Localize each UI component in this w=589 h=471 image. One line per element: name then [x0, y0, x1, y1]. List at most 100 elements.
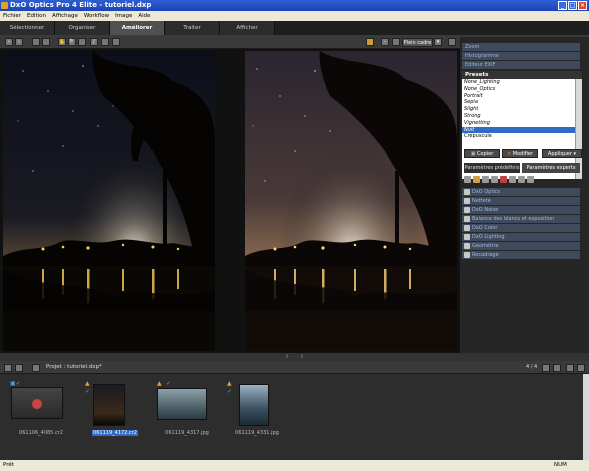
add-images-icon[interactable]	[15, 364, 23, 372]
preset-item[interactable]: None_Lighting	[462, 79, 575, 86]
white-balance-picker-icon[interactable]	[78, 38, 86, 46]
project-info: Projet : tutoriel.dxp*	[46, 361, 102, 374]
workflow-tabs: Sélectionner Organiser Améliorer Traiter…	[0, 21, 589, 35]
thumbnail-selected[interactable]: ▲ ✓ 061119_4172.cr2	[80, 380, 150, 438]
thumbnail-image	[157, 388, 207, 420]
modify-button[interactable]: ✕ Modifier	[502, 149, 538, 158]
exif-editor-palette[interactable]: Editeur EXIF	[462, 61, 580, 69]
lighting-icon[interactable]	[509, 176, 516, 183]
project-name: tutoriel.dxp*	[67, 364, 102, 370]
image-viewer[interactable]	[0, 49, 460, 353]
menu-fichier[interactable]: Fichier	[3, 11, 21, 21]
tab-ameliorer[interactable]: Améliorer	[110, 21, 165, 35]
section-label: DxO Color	[472, 225, 498, 231]
preset-item[interactable]: Portrait	[462, 93, 575, 100]
thumbnail-caption: 061119_4172.cr2	[92, 430, 138, 436]
menu-edition[interactable]: Edition	[27, 11, 46, 21]
tab-afficher[interactable]: Afficher	[220, 21, 275, 35]
section-dxo-color[interactable]: DxO Color	[462, 224, 580, 232]
section-white-balance-exposure[interactable]: Balance des blancs et exposition	[462, 215, 580, 223]
color-icon[interactable]	[500, 176, 507, 183]
thumbnail[interactable]: ▲ ✓ 061119_4331.jpg	[222, 380, 292, 438]
zoom-tool-icon[interactable]: 🔍	[68, 38, 76, 46]
thumbnail[interactable]: ▣✓ 061106_4085.cr2	[6, 380, 76, 438]
warning-icon: ▲	[157, 380, 162, 387]
menu-image[interactable]: Image	[115, 11, 132, 21]
sharpness-icon[interactable]	[473, 176, 480, 183]
section-label: Recadrage	[472, 252, 499, 258]
copy-button[interactable]: ▣ Copier	[464, 149, 500, 158]
preset-item[interactable]: Strong	[462, 113, 575, 120]
thumbnail-caption: 061106_4085.cr2	[19, 430, 63, 436]
panel-toggle-icon[interactable]	[448, 38, 456, 46]
filmstrip-scrollbar[interactable]	[583, 374, 589, 460]
hand-tool-icon[interactable]: ✋	[58, 38, 66, 46]
processed-check-icon: ✓	[166, 380, 172, 387]
preset-item[interactable]: Vignetting	[462, 120, 575, 127]
section-geometrie[interactable]: Géométrie	[462, 242, 580, 250]
zoom-out-icon[interactable]: -	[381, 38, 389, 46]
single-view-icon[interactable]	[42, 38, 50, 46]
list-view-icon[interactable]	[542, 364, 550, 372]
fit-dropdown-arrow-icon[interactable]: ▾	[434, 38, 442, 46]
next-icon[interactable]: ›	[15, 38, 23, 46]
save-project-icon[interactable]	[32, 364, 40, 372]
fit-mode-dropdown[interactable]: Plein cadre	[402, 38, 433, 47]
crop-tool-icon[interactable]	[101, 38, 109, 46]
section-nettete[interactable]: Netteté	[462, 197, 580, 205]
preset-item[interactable]: None_Optics	[462, 86, 575, 93]
compare-icon[interactable]	[32, 38, 40, 46]
project-icon[interactable]	[4, 364, 12, 372]
prev-icon[interactable]: ‹	[5, 38, 13, 46]
thumbnail-image	[11, 387, 63, 419]
geometry-icon[interactable]	[518, 176, 525, 183]
crop-icon[interactable]	[527, 176, 534, 183]
grid-view-icon[interactable]	[553, 364, 561, 372]
preset-item[interactable]: Sepia	[462, 99, 575, 106]
preset-item[interactable]: Slight	[462, 106, 575, 113]
app-icon	[1, 2, 8, 9]
tab-preset-settings[interactable]: Paramètres prédéfinis	[464, 163, 520, 173]
thumbnail[interactable]: ▲ ✓ 061119_4317.jpg	[152, 380, 222, 438]
noise-section-icon	[464, 207, 470, 213]
presets-title: Presets	[462, 71, 582, 79]
distortion-tool-icon[interactable]	[112, 38, 120, 46]
lock-icon[interactable]	[366, 38, 374, 46]
optics-section-icon	[464, 189, 470, 195]
close-button[interactable]: ×	[578, 1, 587, 10]
section-dxo-lighting[interactable]: DxO Lighting	[462, 233, 580, 241]
histogram-palette[interactable]: Histogramme	[462, 52, 580, 60]
filmstrip: ▣✓ 061106_4085.cr2 ▲ ✓ 061119_4172.cr2 ▲…	[0, 374, 583, 460]
warning-icon: ▲	[85, 380, 90, 387]
preset-item[interactable]: Crépuscule	[462, 133, 575, 140]
window-title: DxO Optics Pro 4 Elite - tutoriel.dxp	[10, 1, 152, 9]
section-dxo-optics[interactable]: DxO Optics	[462, 188, 580, 196]
zoom-100-icon[interactable]	[392, 38, 400, 46]
thumb-view-icon[interactable]	[566, 364, 574, 372]
tab-traiter[interactable]: Traiter	[165, 21, 220, 35]
viewer-splitter[interactable]: ⇕ · · · ⇕	[0, 353, 589, 361]
minimize-button[interactable]: _	[558, 1, 567, 10]
section-label: Balance des blancs et exposition	[472, 216, 555, 222]
filmstrip-view-icon[interactable]	[577, 364, 585, 372]
straighten-tool-icon[interactable]: /	[90, 38, 98, 46]
menu-affichage[interactable]: Affichage	[52, 11, 78, 21]
noise-icon[interactable]	[482, 176, 489, 183]
section-recadrage[interactable]: Recadrage	[462, 251, 580, 259]
menu-workflow[interactable]: Workflow	[84, 11, 109, 21]
zoom-palette[interactable]: Zoom	[462, 43, 580, 51]
menu-aide[interactable]: Aide	[138, 11, 150, 21]
maximize-button[interactable]: □	[568, 1, 577, 10]
processed-check-icon: ✓	[227, 388, 233, 395]
tab-organiser[interactable]: Organiser	[55, 21, 110, 35]
geometry-section-icon	[464, 243, 470, 249]
apply-button[interactable]: Appliquer ▾	[542, 149, 582, 158]
white-balance-icon[interactable]	[491, 176, 498, 183]
thumbnail-caption: 061119_4317.jpg	[165, 430, 209, 436]
optics-icon[interactable]	[464, 176, 471, 183]
tab-selectionner[interactable]: Sélectionner	[0, 21, 55, 35]
palette-icon-row	[462, 175, 582, 185]
section-dxo-noise[interactable]: DxO Noise	[462, 206, 580, 214]
crop-section-icon	[464, 252, 470, 258]
tab-expert-settings[interactable]: Paramètres experts	[522, 163, 580, 173]
